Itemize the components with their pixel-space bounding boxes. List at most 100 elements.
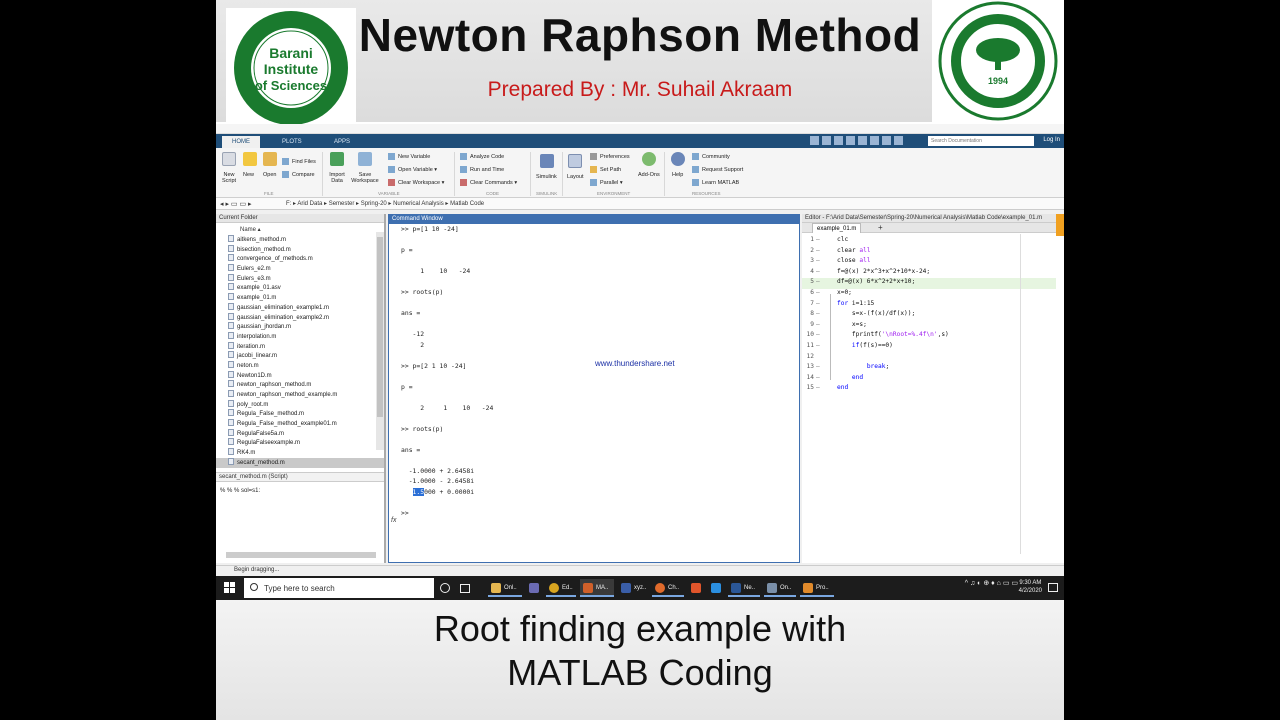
cortana-icon[interactable] xyxy=(440,579,450,597)
editor-line[interactable]: 7– for i=1:15 xyxy=(802,300,1056,311)
add-ons-button[interactable]: Add-Ons xyxy=(638,172,660,178)
file-list-item[interactable]: jacobi_linear.m xyxy=(216,351,384,361)
clear-commands-button[interactable]: Clear Commands ▾ xyxy=(460,179,517,186)
taskbar-app-files[interactable]: Onl.. xyxy=(488,579,522,597)
documentation-search-input[interactable]: Search Documentation xyxy=(928,136,1034,146)
fx-icon[interactable]: fx xyxy=(391,517,396,524)
new-tab-button[interactable]: + xyxy=(878,223,883,232)
save-workspace-button[interactable]: Save Workspace xyxy=(350,172,380,184)
file-list-item[interactable]: neton.m xyxy=(216,360,384,371)
file-list-item[interactable]: Eulers_e3.m xyxy=(216,273,384,284)
taskbar-app-onscreen[interactable]: On.. xyxy=(764,579,796,597)
switch-windows-icon[interactable] xyxy=(882,136,891,145)
task-view-icon[interactable] xyxy=(460,579,470,597)
editor-line[interactable]: 12 xyxy=(802,353,1056,364)
open-button[interactable]: Open xyxy=(263,172,276,178)
new-script-icon[interactable] xyxy=(222,152,236,166)
file-list-item[interactable]: poly_root.m xyxy=(216,399,384,410)
file-list-item[interactable]: aitkens_method.m xyxy=(216,235,384,245)
community-button[interactable]: Community xyxy=(692,153,730,160)
current-path[interactable]: F: ▸ Arid Data ▸ Semester ▸ Spring-20 ▸ … xyxy=(286,201,484,207)
run-and-time-button[interactable]: Run and Time xyxy=(460,166,504,173)
notification-icon[interactable] xyxy=(1048,583,1058,592)
compare-button[interactable]: Compare xyxy=(282,171,315,178)
windows-start-icon[interactable] xyxy=(224,582,236,594)
editor-line[interactable]: 15– end xyxy=(802,384,1056,395)
new-script-button[interactable]: New Script xyxy=(220,172,238,184)
taskbar-app-video[interactable] xyxy=(708,579,726,597)
editor-side-badge[interactable] xyxy=(1056,214,1064,236)
editor-line[interactable]: 10– fprintf('\nRoot=%.4f\n',s) xyxy=(802,331,1056,342)
name-column-header[interactable]: Name ▴ xyxy=(216,223,384,235)
help-icon[interactable] xyxy=(671,152,685,166)
file-list-item[interactable]: iteration.m xyxy=(216,341,384,352)
file-list-item[interactable]: secant_method.m xyxy=(216,457,384,468)
file-list-item[interactable]: bisection_method.m xyxy=(216,244,384,255)
new-icon[interactable] xyxy=(243,152,257,166)
login-link[interactable]: Log In xyxy=(1043,137,1060,143)
system-tray-icons[interactable]: ^ ♫ ◐ ⊕ ♦ ⌂ ▭ ▭ xyxy=(965,579,1018,587)
editor-panel[interactable]: Editor - F:\Arid Data\Semester\Spring-20… xyxy=(802,214,1064,563)
file-list-item[interactable]: newton_raphson_method_example.m xyxy=(216,390,384,400)
file-list-item[interactable]: RegulaFalse5a.m xyxy=(216,428,384,439)
folder-horizontal-scrollbar[interactable] xyxy=(226,552,376,558)
file-list-item[interactable]: gaussian_jhordan.m xyxy=(216,322,384,332)
file-list-item[interactable]: example_01.m xyxy=(216,293,384,303)
paste-icon[interactable] xyxy=(846,136,855,145)
editor-line[interactable]: 14– end xyxy=(802,374,1056,385)
address-bar[interactable]: ◂ ▸ ▭ ▭ ▸ F: ▸ Arid Data ▸ Semester ▸ Sp… xyxy=(216,198,1064,210)
editor-line[interactable]: 8– s=x-(f(x)/df(x)); xyxy=(802,310,1056,321)
tab-home[interactable]: HOME xyxy=(222,136,260,148)
file-list-item[interactable]: convergence_of_methods.m xyxy=(216,254,384,264)
file-list-item[interactable]: Regula_False_method.m xyxy=(216,409,384,419)
add-ons-icon[interactable] xyxy=(642,152,656,166)
set-path-button[interactable]: Set Path xyxy=(590,166,621,173)
file-list-item[interactable]: gaussian_elimination_example2.m xyxy=(216,312,384,323)
save-icon[interactable] xyxy=(810,136,819,145)
taskbar-app-chrome[interactable]: Ed.. xyxy=(546,579,576,597)
save-workspace-icon[interactable] xyxy=(358,152,372,166)
file-list-item[interactable]: Eulers_e2.m xyxy=(216,264,384,274)
parallel-button[interactable]: Parallel ▾ xyxy=(590,179,623,186)
file-list-item[interactable]: gaussian_elimination_example1.m xyxy=(216,302,384,313)
import-data-button[interactable]: Import Data xyxy=(326,172,348,184)
file-list-item[interactable]: RK4.m xyxy=(216,448,384,458)
editor-line[interactable]: 3– close all xyxy=(802,257,1056,268)
learn-matlab-button[interactable]: Learn MATLAB xyxy=(692,179,739,186)
tab-plots[interactable]: PLOTS xyxy=(272,136,312,148)
simulink-button[interactable]: Simulink xyxy=(536,174,557,180)
editor-code[interactable]: 1– clc 2– clear all 3– close all 4– f=@(x) 2*x^… xyxy=(802,236,1056,395)
simulink-icon[interactable] xyxy=(540,154,554,168)
editor-line[interactable]: 6– x=0; xyxy=(802,289,1056,300)
editor-line[interactable]: 5– df=@(x) 6*x^2+2*x+10; xyxy=(802,278,1056,289)
file-list-item[interactable]: newton_raphson_method.m xyxy=(216,380,384,390)
open-folder-icon[interactable] xyxy=(263,152,277,166)
editor-line[interactable]: 4– f=@(x) 2*x^3+x^2+10*x-24; xyxy=(802,268,1056,279)
cut-icon[interactable] xyxy=(822,136,831,145)
find-files-button[interactable]: Find Files xyxy=(282,158,316,165)
file-list-item[interactable]: RegulaFalseexample.m xyxy=(216,438,384,448)
analyze-code-button[interactable]: Analyze Code xyxy=(460,153,504,160)
folder-scrollbar[interactable] xyxy=(376,232,384,450)
file-list-item[interactable]: Regula_False_method_example01.m xyxy=(216,419,384,429)
editor-line[interactable]: 13– break; xyxy=(802,363,1056,374)
layout-icon[interactable] xyxy=(568,154,582,168)
editor-line[interactable]: 1– clc xyxy=(802,236,1056,247)
file-list-item[interactable]: example_01.asv xyxy=(216,283,384,293)
file-list-item[interactable]: Newton1D.m xyxy=(216,370,384,381)
editor-line[interactable]: 11– if(f(s)==0) xyxy=(802,342,1056,353)
taskbar-app-firefox[interactable]: Ch.. xyxy=(652,579,684,597)
navigation-arrows-icon[interactable]: ◂ ▸ ▭ ▭ ▸ xyxy=(220,200,252,208)
taskbar-clock[interactable]: 9:30 AM 4/2/2020 xyxy=(1019,579,1042,595)
layout-button[interactable]: Layout xyxy=(567,174,584,180)
new-button[interactable]: New xyxy=(243,172,254,178)
new-variable-button[interactable]: New Variable xyxy=(388,153,430,160)
taskbar-app-pro[interactable]: Pro.. xyxy=(800,579,834,597)
editor-tab-example-01[interactable]: example_01.m xyxy=(812,223,862,233)
taskbar-app-xyz[interactable]: xyz.. xyxy=(618,579,650,597)
clear-workspace-button[interactable]: Clear Workspace ▾ xyxy=(388,179,444,186)
taskbar-search-input[interactable]: Type here to search xyxy=(244,578,434,598)
help-button[interactable]: Help xyxy=(672,172,683,178)
taskbar-app-matlab[interactable]: MA.. xyxy=(580,579,614,597)
undo-icon[interactable] xyxy=(858,136,867,145)
